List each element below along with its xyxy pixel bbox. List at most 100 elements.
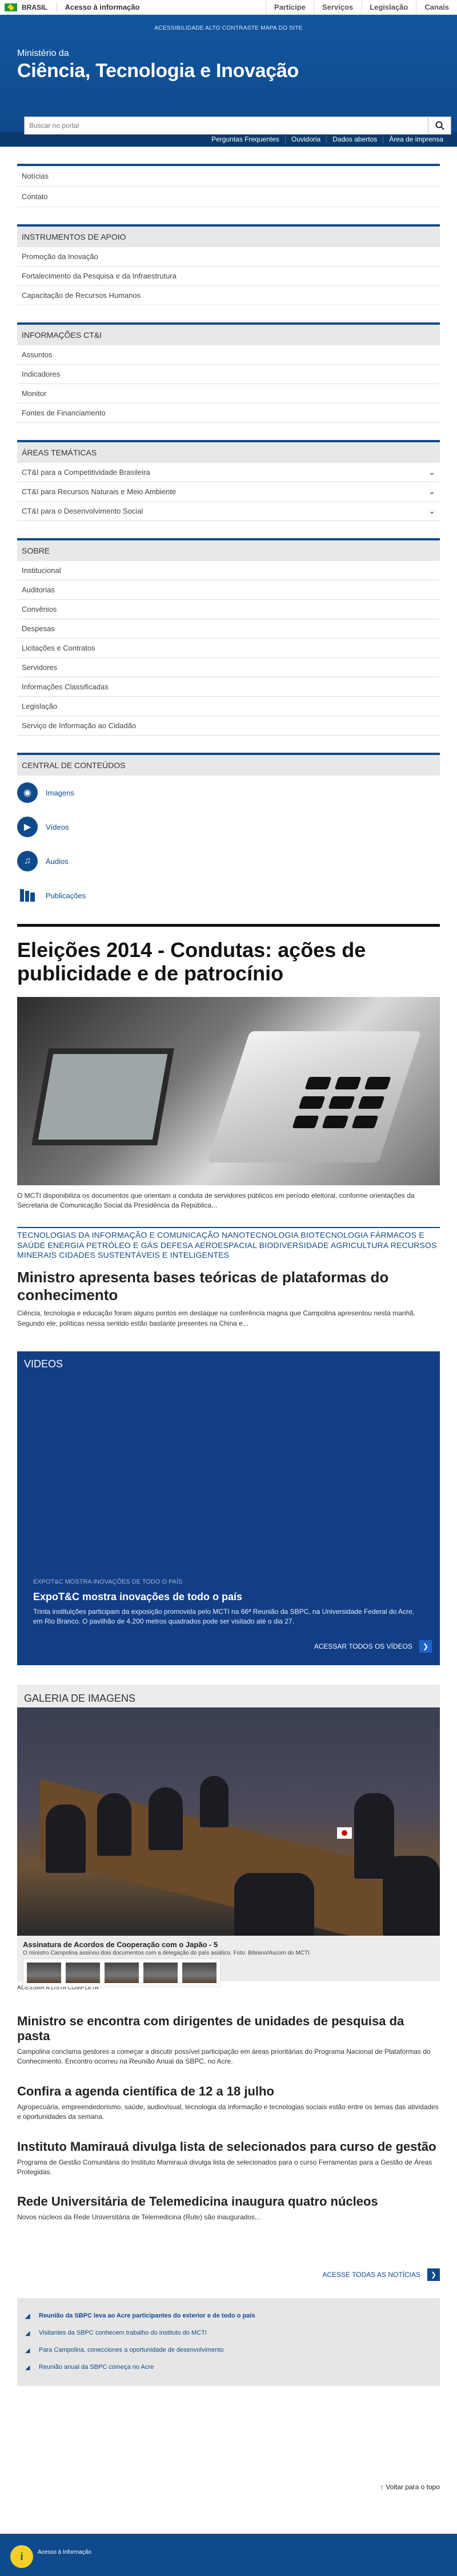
gallery-thumbnail[interactable]: [143, 1963, 178, 1984]
menu-section-areas-tematicas: ÁREAS TEMÁTICAS: [17, 440, 440, 463]
back-to-top-link[interactable]: ↑ Voltar para o topo: [17, 2483, 440, 2491]
main-menu: Notícias Contato INSTRUMENTOS DE APOIO P…: [17, 164, 440, 776]
menu-item-desenvolvimento-social[interactable]: CT&I para o Desenvolvimento Social ⌄: [17, 502, 440, 521]
menu-item-legislacao[interactable]: Legislação: [17, 697, 440, 716]
canais-link[interactable]: Canais: [416, 0, 457, 14]
news-summary: Ciência, tecnologia e educação foram alg…: [17, 1309, 416, 1327]
audio-item[interactable]: ◢ Reunião anual da SBPC começa no Acre: [25, 2359, 432, 2376]
menu-item-auditorias[interactable]: Auditorias: [17, 580, 440, 600]
hub-item-audios[interactable]: ♫ Áudios: [17, 844, 440, 878]
news-item: Rede Universitária de Telemedicina inaug…: [17, 2194, 440, 2222]
menu-item-label: CT&I para o Desenvolvimento Social: [22, 507, 143, 515]
participe-link[interactable]: Participe: [266, 0, 314, 14]
menu-item-label: CT&I para a Competitividade Brasileira: [22, 468, 150, 477]
menu-item-institucional[interactable]: Institucional: [17, 561, 440, 580]
menu-item-sic[interactable]: Serviço de Informação ao Cidadão: [17, 716, 440, 736]
main-content: ◉ Imagens ▶ Vídeos ♫ Áudios Publicações Ele…: [17, 776, 440, 2491]
video-description: Trinta instituições participam da exposi…: [33, 1608, 415, 1625]
audio-item[interactable]: ◢ Visitantes da SBPC conhecem trabalho do…: [25, 2324, 432, 2341]
gallery-thumbnails: [23, 1959, 221, 1988]
gallery-thumbnail[interactable]: [27, 1963, 61, 1984]
video-title[interactable]: ExpoT&C mostra inovações de todo o país: [33, 1591, 242, 1603]
menu-item-despesas[interactable]: Despesas: [17, 619, 440, 639]
menu-item-convenios[interactable]: Convênios: [17, 600, 440, 619]
news-summary: Agropecuária, empreendedorismo, saúde, a…: [17, 2102, 439, 2121]
ouvidoria-link[interactable]: Ouvidoria: [284, 135, 326, 143]
access-to-information-link[interactable]: Acesso à informação: [56, 3, 139, 11]
menu-item-fontes-financiamento[interactable]: Fontes de Financiamento: [17, 403, 440, 423]
voting-machine-photo[interactable]: [17, 996, 440, 1185]
hub-item-imagens[interactable]: ◉ Imagens: [17, 776, 440, 810]
all-videos-link[interactable]: ACESSAR TODOS OS VÍDEOS ❯: [314, 1640, 432, 1653]
back-to-top-label: Voltar para o topo: [386, 2482, 440, 2491]
brazil-flag-icon[interactable]: [5, 3, 17, 11]
site-brand[interactable]: Ministério da Ciência, Tecnologia e Inov…: [0, 31, 457, 82]
news-item: Instituto Mamirauá divulga lista de sele…: [17, 2139, 440, 2178]
ministry-title: Ciência, Tecnologia e Inovação: [17, 60, 299, 82]
menu-item-contato[interactable]: Contato: [17, 187, 440, 207]
open-data-link[interactable]: Dados abertos: [326, 135, 383, 143]
speaker-icon: ◢: [25, 2329, 30, 2337]
menu-item-noticias[interactable]: Notícias: [17, 166, 440, 187]
site-footer: i Acesso à Informação: [0, 2534, 457, 2576]
menu-item-recursos-naturais[interactable]: CT&I para Recursos Naturais e Meio Ambie…: [17, 482, 440, 502]
menu-item-promocao-inovacao[interactable]: Promoção da Inovação: [17, 247, 440, 267]
faq-link[interactable]: Perguntas Frequentes: [206, 135, 285, 143]
arrow-right-icon: ❯: [427, 2268, 440, 2281]
arrow-up-icon: ↑: [380, 2482, 384, 2491]
news-item: Confira a agenda científica de 12 a 18 j…: [17, 2084, 440, 2122]
content-hub: ◉ Imagens ▶ Vídeos ♫ Áudios Publicações: [17, 776, 440, 912]
news-title[interactable]: Confira a agenda científica de 12 a 18 j…: [17, 2084, 440, 2099]
topic-tags[interactable]: TECNOLOGIAS DA INFORMAÇÃO E COMUNICAÇÃO …: [17, 1227, 440, 1261]
press-area-link[interactable]: Área de imprensa: [383, 135, 449, 143]
news-summary: Novos núcleos da Rede Universitária de T…: [17, 2213, 261, 2222]
lead-headline[interactable]: Eleições 2014 - Condutas: ações de publi…: [17, 938, 440, 986]
menu-section-sobre: SOBRE: [17, 538, 440, 561]
photo-detail: [234, 1873, 314, 1936]
menu-item-indicadores[interactable]: Indicadores: [17, 365, 440, 384]
chevron-down-icon[interactable]: ⌄: [428, 487, 435, 496]
menu-item-assuntos[interactable]: Assuntos: [17, 345, 440, 365]
audio-title: Visitantes da SBPC conhecem trabalho do …: [39, 2329, 207, 2336]
menu-spacer: [17, 521, 440, 538]
audio-title: Reunião da SBPC leva ao Acre participant…: [39, 2312, 255, 2319]
menu-item-servidores[interactable]: Servidores: [17, 658, 440, 677]
chevron-down-icon[interactable]: ⌄: [428, 506, 435, 516]
hub-item-videos[interactable]: ▶ Vídeos: [17, 810, 440, 844]
menu-item-fortalecimento-pesquisa[interactable]: Fortalecimento da Pesquisa e da Infraest…: [17, 267, 440, 286]
hub-item-publicacoes[interactable]: Publicações: [17, 878, 440, 912]
menu-spacer: [17, 423, 440, 440]
news-title[interactable]: Instituto Mamirauá divulga lista de sele…: [17, 2139, 440, 2154]
menu-item-informacoes-classificadas[interactable]: Informações Classificadas: [17, 677, 440, 697]
audio-item[interactable]: ◢ Para Campolina, conecciones a oportunid…: [25, 2341, 432, 2359]
servicos-link[interactable]: Serviços: [313, 0, 361, 14]
menu-item-monitor[interactable]: Monitor: [17, 384, 440, 403]
menu-item-licitacoes[interactable]: Licitações e Contratos: [17, 639, 440, 658]
all-news-link[interactable]: ACESSE TODAS AS NOTÍCIAS ❯: [17, 2268, 440, 2281]
menu-item-competitividade[interactable]: CT&I para a Competitividade Brasileira ⌄: [17, 463, 440, 482]
gallery-credit: O ministro Campolina assinou dois docume…: [23, 1950, 310, 1957]
gallery-thumbnail[interactable]: [182, 1963, 217, 1984]
country-label[interactable]: BRASIL: [22, 3, 47, 11]
gallery-thumbnail[interactable]: [105, 1963, 139, 1984]
news-summary: Campolina conclama gestores a começar a …: [17, 2048, 431, 2066]
menu-item-capacitacao[interactable]: Capacitação de Recursos Humanos: [17, 286, 440, 305]
photo-detail: [31, 1048, 174, 1145]
audio-item[interactable]: ◢ Reunião da SBPC leva ao Acre participan…: [25, 2307, 432, 2324]
legislacao-link[interactable]: Legislação: [361, 0, 416, 14]
video-kicker: EXPOT&C MOSTRA INOVAÇÕES DE TODO O PAÍS: [33, 1578, 183, 1586]
chevron-down-icon[interactable]: ⌄: [428, 467, 435, 477]
search-button[interactable]: [428, 117, 451, 134]
gallery-main-photo[interactable]: [17, 1707, 440, 1936]
menu-section-central-conteudos: CENTRAL DE CONTEÚDOS: [17, 753, 440, 776]
access-to-information-label[interactable]: Acesso à Informação: [38, 2549, 91, 2556]
govbar-links: Participe Serviços Legislação Canais: [266, 0, 457, 14]
gallery-thumbnail[interactable]: [66, 1963, 100, 1984]
accessibility-bar[interactable]: ACESSIBILIDADE ALTO CONTRASTE MAPA DO SI…: [0, 15, 457, 31]
access-to-information-logo-icon[interactable]: i: [10, 2545, 33, 2568]
search-input[interactable]: [25, 117, 428, 134]
menu-item-label: CT&I para Recursos Naturais e Meio Ambie…: [22, 487, 177, 496]
news-headline[interactable]: Ministro apresenta bases teóricas de pla…: [17, 1269, 440, 1304]
news-title[interactable]: Rede Universitária de Telemedicina inaug…: [17, 2194, 440, 2209]
news-title[interactable]: Ministro se encontra com dirigentes de u…: [17, 2014, 440, 2044]
